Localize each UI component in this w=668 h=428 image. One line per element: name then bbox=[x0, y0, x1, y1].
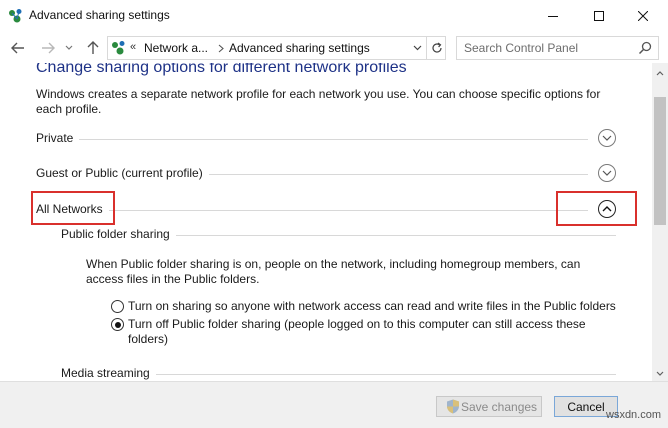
public-folder-sharing-title: Public folder sharing bbox=[61, 227, 176, 241]
radio-button-selected[interactable] bbox=[111, 318, 124, 331]
address-bar[interactable]: « Network a... Advanced sharing settings bbox=[107, 36, 446, 60]
minimize-icon bbox=[548, 16, 558, 17]
chevron-up-icon bbox=[656, 70, 664, 75]
watermark-text: wsxdn.com bbox=[606, 409, 662, 421]
profile-label-private: Private bbox=[36, 131, 80, 145]
chevron-down-icon bbox=[602, 170, 612, 176]
back-arrow-icon bbox=[11, 42, 24, 54]
expand-guest-public-button[interactable] bbox=[598, 164, 616, 182]
address-dropdown-button[interactable] bbox=[410, 40, 424, 56]
profile-section-private[interactable]: Private bbox=[36, 129, 616, 149]
chevron-down-icon bbox=[656, 371, 664, 376]
profile-section-all-networks[interactable]: All Networks bbox=[36, 200, 616, 220]
forward-button[interactable] bbox=[39, 39, 57, 57]
search-icon[interactable] bbox=[638, 41, 652, 55]
section-divider bbox=[36, 210, 588, 211]
media-streaming-header: Media streaming bbox=[61, 365, 616, 381]
title-bar: Advanced sharing settings bbox=[0, 0, 668, 33]
navigation-bar: « Network a... Advanced sharing settings bbox=[0, 33, 668, 63]
maximize-button[interactable] bbox=[576, 0, 622, 32]
chevron-right-icon bbox=[218, 44, 224, 53]
public-folder-sharing-description: When Public folder sharing is on, people… bbox=[86, 257, 581, 286]
up-button[interactable] bbox=[84, 39, 102, 57]
back-button[interactable] bbox=[9, 39, 27, 57]
breadcrumb-overflow[interactable]: « bbox=[130, 41, 136, 53]
scroll-down-button[interactable] bbox=[652, 365, 668, 381]
footer-bar: Save changes Cancel bbox=[0, 381, 668, 428]
window-title: Advanced sharing settings bbox=[29, 8, 170, 22]
scroll-thumb[interactable] bbox=[654, 97, 666, 225]
refresh-button[interactable] bbox=[426, 37, 446, 59]
uac-shield-icon bbox=[447, 399, 459, 414]
page-heading: Change sharing options for different net… bbox=[36, 63, 407, 76]
close-icon bbox=[638, 11, 648, 21]
up-arrow-icon bbox=[87, 41, 99, 54]
breadcrumb-item-advanced-sharing[interactable]: Advanced sharing settings bbox=[229, 41, 370, 55]
recent-locations-button[interactable] bbox=[63, 39, 75, 57]
chevron-down-icon bbox=[413, 45, 421, 51]
scroll-up-button[interactable] bbox=[652, 65, 668, 81]
minimize-button[interactable] bbox=[530, 0, 576, 32]
vertical-scrollbar[interactable] bbox=[652, 63, 668, 381]
close-button[interactable] bbox=[620, 0, 666, 32]
radio-label[interactable]: Turn on sharing so anyone with network a… bbox=[128, 299, 618, 314]
save-changes-button[interactable]: Save changes bbox=[436, 396, 542, 417]
search-input[interactable] bbox=[457, 37, 634, 59]
save-changes-label: Save changes bbox=[461, 400, 538, 414]
annotation-highlight-label bbox=[31, 191, 115, 225]
chevron-down-icon bbox=[65, 45, 73, 50]
radio-label[interactable]: Turn off Public folder sharing (people l… bbox=[128, 317, 618, 347]
search-box[interactable] bbox=[456, 36, 659, 60]
radio-option-turn-off[interactable]: Turn off Public folder sharing (people l… bbox=[111, 317, 621, 349]
profile-section-guest-public[interactable]: Guest or Public (current profile) bbox=[36, 164, 616, 184]
forward-arrow-icon bbox=[42, 42, 55, 54]
cancel-label: Cancel bbox=[567, 399, 605, 414]
network-sharing-icon bbox=[9, 9, 22, 23]
breadcrumb-item-network[interactable]: Network a... bbox=[144, 41, 208, 55]
radio-option-turn-on[interactable]: Turn on sharing so anyone with network a… bbox=[111, 299, 621, 315]
profile-label-guest-public: Guest or Public (current profile) bbox=[36, 166, 209, 180]
radio-button[interactable] bbox=[111, 300, 124, 313]
page-description: Windows creates a separate network profi… bbox=[36, 87, 601, 116]
annotation-highlight-button bbox=[556, 191, 637, 226]
main-content: Change sharing options for different net… bbox=[0, 63, 652, 381]
refresh-icon bbox=[431, 42, 442, 53]
network-sharing-icon bbox=[112, 41, 125, 55]
expand-private-button[interactable] bbox=[598, 129, 616, 147]
maximize-icon bbox=[594, 11, 604, 21]
chevron-down-icon bbox=[602, 135, 612, 141]
section-divider bbox=[36, 139, 588, 140]
media-streaming-title: Media streaming bbox=[61, 366, 156, 380]
public-folder-sharing-header: Public folder sharing bbox=[61, 226, 616, 244]
